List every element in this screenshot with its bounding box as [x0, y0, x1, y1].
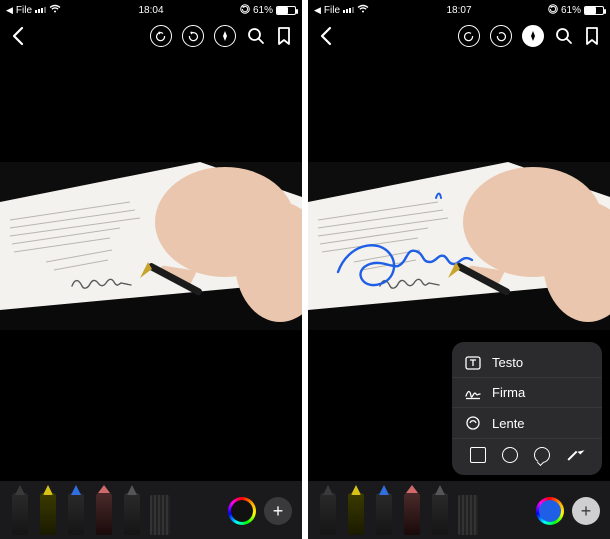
- redo-icon[interactable]: [182, 25, 204, 47]
- back-chevron-icon[interactable]: [318, 26, 334, 46]
- back-to-app-caret-icon[interactable]: ◀: [314, 5, 321, 16]
- signature-icon: [464, 386, 482, 400]
- document-canvas[interactable]: +: [0, 54, 302, 539]
- status-bar: ◀ File 18:04 61%: [0, 0, 302, 18]
- popover-label: Testo: [492, 355, 523, 370]
- popover-item-loupe[interactable]: Lente: [452, 407, 602, 438]
- markup-pen-icon[interactable]: [214, 25, 236, 47]
- speech-bubble-shape-icon[interactable]: [534, 447, 550, 463]
- tool-pen[interactable]: [10, 493, 30, 535]
- add-annotation-button[interactable]: +: [572, 497, 600, 525]
- back-to-app-label[interactable]: File: [16, 5, 32, 16]
- undo-icon[interactable]: [458, 25, 480, 47]
- popover-label: Lente: [492, 416, 525, 431]
- tool-eraser[interactable]: [402, 493, 422, 535]
- popover-item-signature[interactable]: Firma: [452, 377, 602, 407]
- add-annotation-popover: Testo Firma Lente: [452, 342, 602, 475]
- document-photo: [308, 162, 610, 330]
- battery-percent: 61%: [253, 5, 273, 16]
- color-picker-ring[interactable]: [228, 497, 256, 525]
- color-picker-ring[interactable]: [536, 497, 564, 525]
- back-to-app-label[interactable]: File: [324, 5, 340, 16]
- tool-lasso[interactable]: [122, 493, 142, 535]
- tool-ruler[interactable]: [150, 495, 170, 535]
- circle-shape-icon[interactable]: [502, 447, 518, 463]
- add-annotation-button[interactable]: +: [264, 497, 292, 525]
- left-screenshot: ◀ File 18:04 61%: [0, 0, 302, 539]
- right-screenshot: ◀ File 18:07 61%: [308, 0, 610, 539]
- search-icon[interactable]: [246, 26, 266, 46]
- tool-marker[interactable]: [346, 493, 366, 535]
- top-toolbar: [0, 18, 302, 54]
- back-to-app-caret-icon[interactable]: ◀: [6, 5, 13, 16]
- cellular-signal-icon: [35, 7, 46, 13]
- clock: 18:04: [138, 5, 163, 16]
- status-bar: ◀ File 18:07 61%: [308, 0, 610, 18]
- battery-percent: 61%: [561, 5, 581, 16]
- tool-lasso[interactable]: [430, 493, 450, 535]
- undo-icon[interactable]: [150, 25, 172, 47]
- markup-pen-icon[interactable]: [522, 25, 544, 47]
- back-chevron-icon[interactable]: [10, 26, 26, 46]
- text-box-icon: [464, 356, 482, 370]
- wifi-icon: [49, 4, 61, 16]
- battery-icon: [276, 6, 296, 15]
- tool-eraser[interactable]: [94, 493, 114, 535]
- popover-shapes-row: [452, 438, 602, 469]
- rotation-lock-icon: [548, 4, 558, 17]
- popover-label: Firma: [492, 385, 525, 400]
- square-shape-icon[interactable]: [470, 447, 486, 463]
- bookmark-icon[interactable]: [584, 26, 600, 46]
- canvas-empty-top: [308, 54, 610, 162]
- tool-pencil[interactable]: [374, 493, 394, 535]
- tool-pen[interactable]: [318, 493, 338, 535]
- search-icon[interactable]: [554, 26, 574, 46]
- wifi-icon: [357, 4, 369, 16]
- loupe-icon: [464, 415, 482, 431]
- popover-item-text[interactable]: Testo: [452, 348, 602, 377]
- tool-ruler[interactable]: [458, 495, 478, 535]
- cellular-signal-icon: [343, 7, 354, 13]
- clock: 18:07: [446, 5, 471, 16]
- markup-tool-dock: +: [308, 481, 610, 539]
- bookmark-icon[interactable]: [276, 26, 292, 46]
- tool-marker[interactable]: [38, 493, 58, 535]
- tool-pencil[interactable]: [66, 493, 86, 535]
- top-toolbar: [308, 18, 610, 54]
- canvas-empty-bottom: +: [0, 330, 302, 539]
- rotation-lock-icon: [240, 4, 250, 17]
- arrow-shape-icon[interactable]: [566, 447, 584, 463]
- markup-tool-dock: +: [0, 481, 302, 539]
- canvas-empty-bottom: Testo Firma Lente: [308, 330, 610, 539]
- canvas-empty-top: [0, 54, 302, 162]
- redo-icon[interactable]: [490, 25, 512, 47]
- document-photo: [0, 162, 302, 330]
- document-canvas[interactable]: Testo Firma Lente: [308, 54, 610, 539]
- battery-icon: [584, 6, 604, 15]
